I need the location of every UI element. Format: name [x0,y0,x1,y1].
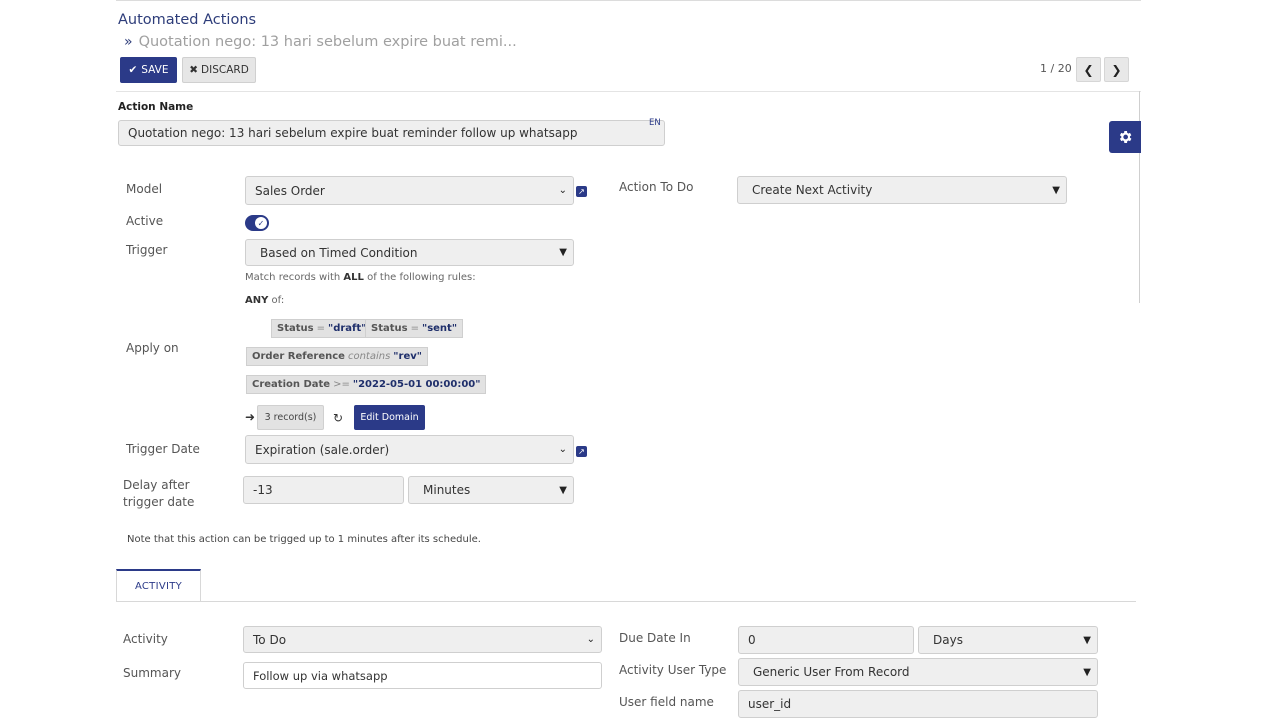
activity-value: To Do [253,632,287,647]
rule-operator: = [410,323,419,334]
chevron-down-icon: ▼ [1083,666,1091,678]
activity-user-type-label: Activity User Type [619,663,727,677]
arrow-right-icon: ➜ [245,410,256,424]
pager-previous-button[interactable]: ❮ [1076,57,1101,82]
chevron-down-icon: ⌄ [558,444,567,455]
delay-unit-select[interactable]: Minutes ▼ [408,476,574,504]
check-icon: ✔ [128,64,138,76]
trigger-date-select[interactable]: Expiration (sale.order) ⌄ [245,435,574,464]
match-rule-text: Match records with ALL of the following … [245,272,476,283]
activity-user-type-value: Generic User From Record [753,665,910,679]
pager-next-button[interactable]: ❯ [1104,57,1129,82]
any-of-text: ANY of: [245,295,284,306]
action-to-do-label: Action To Do [619,180,694,194]
external-link-icon[interactable]: ↗ [576,186,587,197]
header-divider [116,91,1141,92]
refresh-icon[interactable]: ↻ [333,411,343,425]
rule-value: "2022-05-01 00:00:00" [352,379,481,390]
rule-field: Order Reference [252,351,345,362]
rule-field: Status [277,323,314,334]
chevron-down-icon: ⌄ [586,634,595,645]
rule-operator: contains [347,351,391,362]
chevron-down-icon: ▼ [559,247,567,258]
trigger-value: Based on Timed Condition [260,245,418,260]
delay-label: Delay after trigger date [123,477,194,511]
top-border [116,0,1141,1]
delay-label-line1: Delay after [123,478,190,492]
user-field-name-input[interactable]: user_id [738,690,1098,718]
match-bold: ALL [343,272,364,283]
domain-rule: Status = "sent" [365,319,464,338]
active-label: Active [126,214,164,228]
model-label: Model [126,182,163,196]
pager-value: 1 / 20 [1040,62,1072,75]
records-count-button[interactable]: 3 record(s) [257,405,324,430]
action-name-input[interactable]: Quotation nego: 13 hari sebelum expire b… [118,120,665,146]
due-date-unit-value: Days [933,633,963,647]
gear-icon [1119,131,1132,143]
tab-activity[interactable]: ACTIVITY [116,569,201,602]
breadcrumb-current: » Quotation nego: 13 hari sebelum expire … [124,34,517,50]
settings-button[interactable] [1109,121,1141,153]
save-button-label: SAVE [141,64,169,76]
apply-on-label: Apply on [126,341,179,355]
action-to-do-select[interactable]: Create Next Activity ▼ [737,176,1067,204]
trigger-label: Trigger [126,243,168,257]
chevron-down-icon: ⌄ [558,185,567,196]
double-chevron-icon: » [124,34,133,50]
trigger-date-label: Trigger Date [126,442,200,456]
action-to-do-value: Create Next Activity [752,183,873,197]
activity-label: Activity [123,632,168,646]
any-bold: ANY [245,295,269,306]
user-field-name-label: User field name [619,695,714,709]
chevron-down-icon: ▼ [1083,634,1091,646]
chevron-down-icon: ▼ [559,484,567,496]
tab-divider [116,601,1136,602]
activity-user-type-select[interactable]: Generic User From Record ▼ [738,658,1098,686]
breadcrumb-current-label: Quotation nego: 13 hari sebelum expire b… [138,34,517,50]
model-select-value: Sales Order [255,183,325,198]
rule-value: "rev" [393,351,422,362]
due-date-unit-select[interactable]: Days ▼ [918,626,1098,654]
due-date-input[interactable]: 0 [738,626,914,654]
trigger-select[interactable]: Based on Timed Condition ▼ [245,239,574,266]
chevron-left-icon: ❮ [1083,62,1094,77]
activity-select[interactable]: To Do ⌄ [243,626,602,653]
model-select[interactable]: Sales Order ⌄ [245,176,574,205]
discard-button-label: DISCARD [201,64,249,76]
domain-rule: Status = "draft" [271,319,373,338]
close-icon: ✖ [189,64,199,76]
rule-operator: >= [333,379,350,390]
delay-input[interactable]: -13 [243,476,404,504]
rule-value: "draft" [327,323,367,334]
summary-input[interactable]: Follow up via whatsapp [243,662,602,689]
delay-label-line2: trigger date [123,495,195,509]
breadcrumb-parent[interactable]: Automated Actions [118,12,256,28]
schedule-note: Note that this action can be trigged up … [127,534,481,545]
match-prefix: Match records with [245,272,344,283]
action-name-label: Action Name [118,101,194,113]
domain-rule: Order Reference contains "rev" [246,347,428,366]
edit-domain-button[interactable]: Edit Domain [354,405,425,430]
rule-operator: = [316,323,325,334]
chevron-right-icon: ❯ [1111,62,1122,77]
due-date-label: Due Date In [619,631,691,645]
any-suffix: of: [268,295,285,306]
chevron-down-icon: ▼ [1052,184,1060,196]
delay-unit-value: Minutes [423,483,471,497]
external-link-icon[interactable]: ↗ [576,446,587,457]
rule-field: Status [371,323,408,334]
discard-button[interactable]: ✖ DISCARD [182,57,256,83]
save-button[interactable]: ✔ SAVE [120,57,177,83]
trigger-date-value: Expiration (sale.order) [255,442,390,457]
language-badge[interactable]: EN [649,118,661,128]
rule-field: Creation Date [252,379,331,390]
rule-value: "sent" [421,323,458,334]
active-toggle[interactable]: ✓ [245,215,269,231]
check-icon: ✓ [255,217,267,229]
summary-label: Summary [123,666,181,680]
match-suffix: of the following rules: [363,272,476,283]
domain-rule: Creation Date >= "2022-05-01 00:00:00" [246,375,487,394]
